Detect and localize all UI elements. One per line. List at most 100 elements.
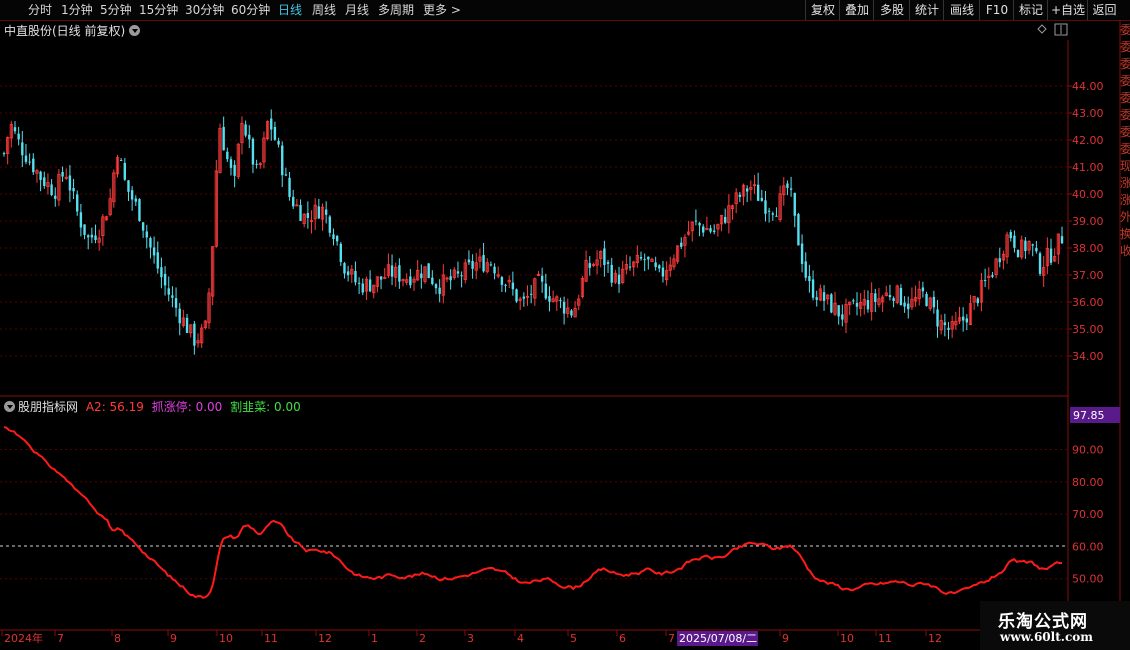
candle-body [361,283,364,293]
candle-body [306,213,310,218]
candle-body [745,188,749,192]
candle-body [420,273,423,279]
candle-body [292,196,295,207]
candle-body [167,288,170,295]
candle-body [603,248,606,265]
candle-body [797,214,800,246]
candle-body [127,180,130,192]
candle-body [1031,244,1034,246]
candle-body [130,190,134,200]
candle-body [991,275,994,277]
candle-body [141,222,145,231]
candle-body [467,259,471,263]
diamond-icon[interactable] [1037,24,1047,34]
candle-body [610,264,613,283]
price-tick-label: 40.00 [1072,188,1104,201]
candle-body [50,184,53,196]
candle-body [713,230,716,232]
chart-canvas[interactable]: 44.00 43.00 42.00 41.00 40.00 39.00 38.00 37.00… [0,0,1130,650]
candle-body [2,153,6,155]
candle-body [163,273,167,286]
candle-body [504,284,507,286]
candle-body [775,215,778,217]
cursor-date-label: 2025/07/08/二 [679,632,757,645]
candle-body [152,247,156,256]
candle-body [680,242,683,247]
price-tick-label: 43.00 [1072,107,1104,120]
chevron-down-icon[interactable] [129,25,141,36]
candle-body [1024,240,1027,252]
candle-body [548,296,551,302]
candle-body [449,276,452,281]
candle-body [76,194,79,212]
candle-body [390,265,394,277]
candle-body [837,305,840,317]
candle-body [299,204,302,221]
candle-body [149,238,152,248]
price-tick-label: 36.00 [1072,296,1104,309]
candle-body [500,277,504,285]
candle-body [156,252,159,269]
candle-body [998,258,1001,263]
candle-body [515,289,518,302]
indicator-header: 股朋指标网 A2: 56.19 抓涨停: 0.00 割韭菜: 0.00 [4,398,301,415]
candle-body [255,163,258,165]
candle-body [932,296,936,308]
watermark-url: www.60lt.com [1000,630,1093,644]
indicator-a2-line [3,425,1063,599]
candle-body [87,235,90,238]
candle-body [540,275,544,282]
candle-body [789,188,793,190]
candle-body [1060,236,1064,244]
candle-body [83,224,86,235]
indicator-tick-label: 90.00 [1072,444,1104,457]
indicator-a2-value: A2: 56.19 [85,400,144,414]
candle-body [248,134,251,140]
indicator-tick-label: 60.00 [1072,540,1104,553]
indicator-name[interactable]: 股朋指标网 [18,400,78,414]
candle-body [943,322,947,326]
candle-body [771,213,774,215]
candle-body [456,271,460,274]
time-tick-label: 10 [219,632,233,645]
candle-body [698,222,701,226]
time-tick-label: 12 [318,632,332,645]
time-tick-label: 2024年 [4,631,43,645]
candle-body [1016,249,1020,258]
time-tick-label: 5 [570,632,577,645]
candle-body [281,145,284,176]
candle-body [471,261,474,269]
indicator-tick-label: 50.00 [1072,573,1104,586]
candle-body [694,220,698,222]
candle-body [229,159,233,168]
candle-body [222,126,225,151]
indicator-tick-label: 80.00 [1072,476,1104,489]
candle-body [756,184,760,201]
candle-body [39,171,42,180]
candle-body [328,216,332,233]
candle-body [317,206,321,219]
candle-body [983,279,987,281]
candle-body [866,300,870,310]
candle-body [270,118,273,130]
right-side-strip[interactable]: 委委委委委委委委现涨涨外换收 [1120,22,1130,650]
candle-body [54,195,57,199]
chevron-down-icon[interactable] [4,401,15,412]
candle-body [94,235,97,240]
candle-body [643,259,646,261]
candle-body [90,234,94,238]
candle-body [1013,235,1016,248]
candle-body [288,177,291,197]
candle-body [855,302,859,307]
candle-body [628,266,632,268]
candle-body [489,264,493,266]
candle-body [284,174,288,176]
candle-body [702,226,705,233]
time-tick-label: 7 [668,632,675,645]
candlestick-series [2,109,1064,355]
price-tick-label: 35.00 [1072,323,1104,336]
candle-body [822,292,826,301]
candle-body [899,287,903,305]
candle-body [431,277,434,285]
candle-body [559,300,562,302]
